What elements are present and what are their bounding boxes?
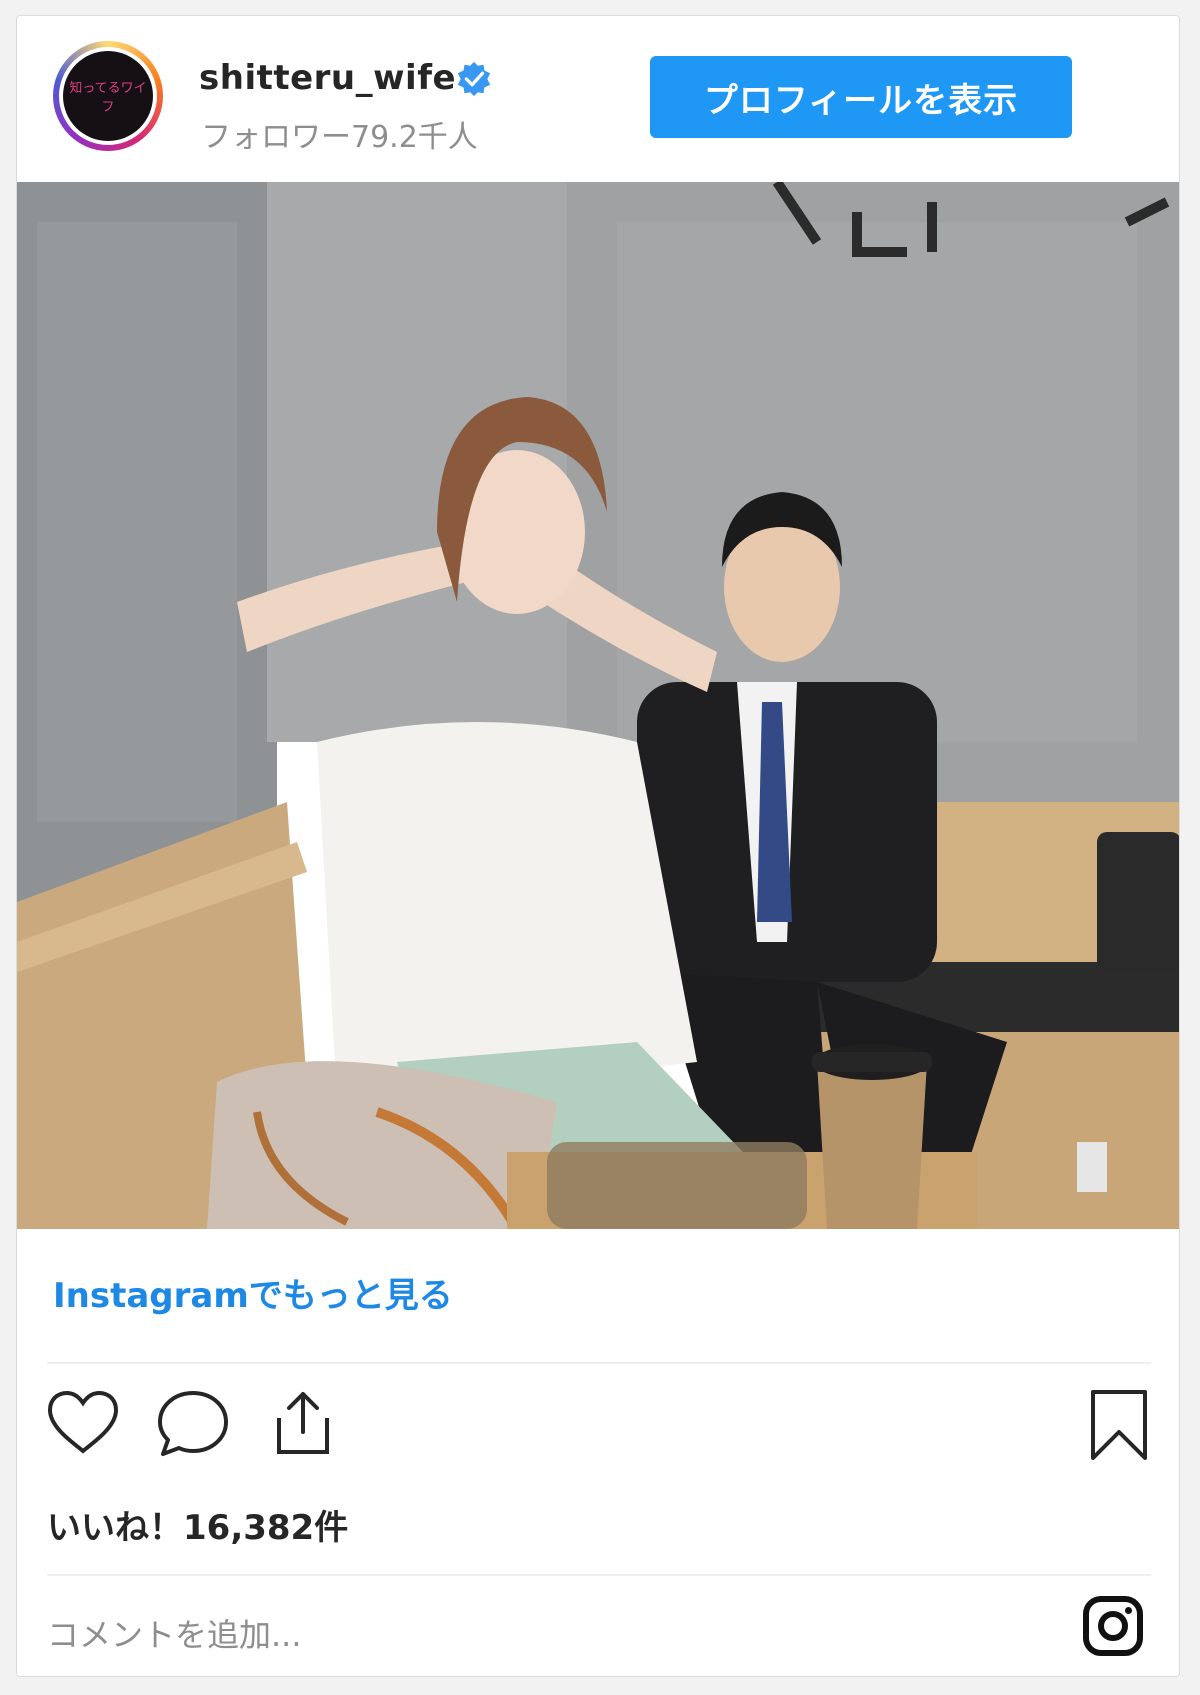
avatar[interactable]: 知ってるワイフ xyxy=(53,41,163,151)
post-photo[interactable] xyxy=(17,182,1179,1229)
bookmark-icon[interactable] xyxy=(1087,1388,1151,1462)
view-profile-button[interactable]: プロフィールを表示 xyxy=(650,56,1072,138)
comment-bubble-icon[interactable] xyxy=(155,1388,231,1458)
username[interactable]: shitteru_wife xyxy=(199,58,456,98)
verified-badge-icon xyxy=(457,61,491,97)
instagram-embed-card: 知ってるワイフ shitteru_wife フォロワー79.2千人 プロフィール… xyxy=(16,15,1180,1677)
instagram-logo-icon[interactable] xyxy=(1081,1594,1145,1658)
avatar-logo: 知ってるワイフ xyxy=(63,51,153,141)
share-upload-icon[interactable] xyxy=(265,1388,341,1458)
heart-icon[interactable] xyxy=(45,1388,121,1458)
like-count: いいね！16,382件 xyxy=(47,1508,349,1548)
post-photo-scene xyxy=(17,182,1179,1229)
divider xyxy=(47,1362,1151,1364)
view-more-on-instagram-link[interactable]: Instagramでもっと見る xyxy=(53,1268,453,1317)
comment-input[interactable]: コメントを追加... xyxy=(47,1610,947,1656)
divider xyxy=(47,1574,1151,1576)
post-header: 知ってるワイフ shitteru_wife フォロワー79.2千人 プロフィール… xyxy=(17,16,1179,181)
follower-count: フォロワー79.2千人 xyxy=(201,120,478,155)
